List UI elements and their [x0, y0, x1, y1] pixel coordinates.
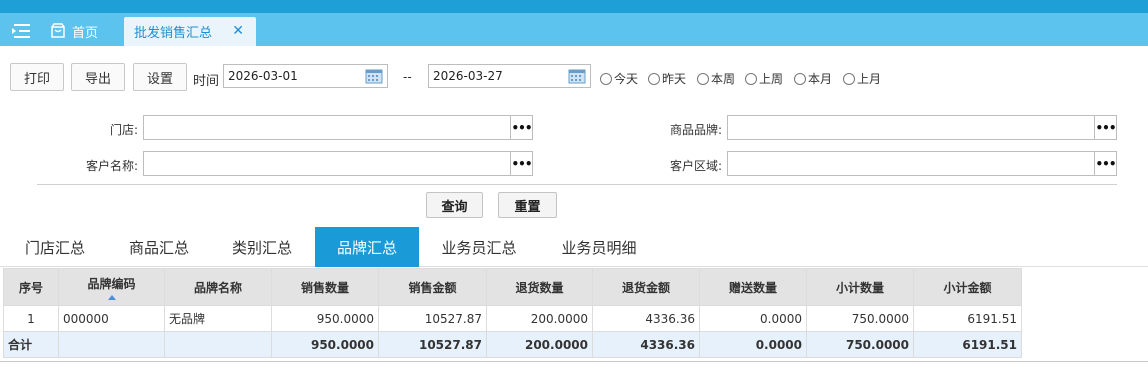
brand-summary-table: 序号 品牌编码 品牌名称 销售数量 销售金额 退货数量 退货金额 赠送数量 小计… [3, 268, 1022, 358]
table-header-row: 序号 品牌编码 品牌名称 销售数量 销售金额 退货数量 退货金额 赠送数量 小计… [3, 268, 1022, 306]
column-header-sorted[interactable]: 品牌编码 [58, 268, 165, 306]
export-button[interactable]: 导出 [71, 63, 125, 91]
total-cell: 4336.36 [592, 331, 700, 358]
reset-button[interactable]: 重置 [498, 192, 557, 218]
table-cell: 10527.87 [378, 305, 487, 332]
region-field[interactable]: ••• [727, 151, 1117, 176]
brand-field[interactable]: ••• [727, 115, 1117, 140]
table-cell: 200.0000 [486, 305, 593, 332]
table-cell: 无品牌 [164, 305, 272, 332]
sort-ascending-icon [107, 294, 116, 300]
tab-home-label: 首页 [72, 25, 99, 41]
print-button[interactable]: 打印 [10, 63, 64, 91]
menu-collapse-icon[interactable] [10, 22, 34, 40]
table-cell: 1 [3, 305, 59, 332]
total-cell: 0.0000 [699, 331, 807, 358]
tab-brand-summary[interactable]: 品牌汇总 [315, 227, 419, 267]
total-cell: 950.0000 [271, 331, 379, 358]
store-field[interactable]: ••• [143, 115, 533, 140]
date-from-input[interactable]: 2026-03-01 [223, 64, 388, 88]
tab-store-summary[interactable]: 门店汇总 [12, 227, 98, 267]
column-header[interactable]: 序号 [3, 268, 59, 306]
region-picker-button[interactable]: ••• [1094, 152, 1117, 175]
table-total-row: 合计 950.0000 10527.87 200.0000 4336.36 0.… [3, 331, 1022, 358]
summary-tabs: 门店汇总 商品汇总 类别汇总 品牌汇总 业务员汇总 业务员明细 [0, 227, 1148, 267]
total-cell: 200.0000 [486, 331, 593, 358]
table-cell: 750.0000 [806, 305, 914, 332]
total-cell: 合计 [3, 331, 59, 358]
column-header[interactable]: 品牌名称 [164, 268, 272, 306]
close-icon[interactable]: ✕ [232, 23, 244, 39]
column-header[interactable]: 销售数量 [271, 268, 379, 306]
date-to-value: 2026-03-27 [433, 69, 503, 83]
tab-salesperson-summary[interactable]: 业务员汇总 [428, 227, 530, 267]
store-picker-button[interactable]: ••• [510, 116, 533, 139]
range-last-week-radio[interactable]: 上周 [745, 70, 783, 87]
date-to-input[interactable]: 2026-03-27 [428, 64, 591, 88]
column-header[interactable]: 销售金额 [378, 268, 487, 306]
calendar-icon[interactable] [564, 65, 590, 87]
range-today-radio[interactable]: 今天 [600, 70, 638, 87]
range-this-month-radio[interactable]: 本月 [794, 70, 832, 87]
table-cell: 4336.36 [592, 305, 700, 332]
tab-wholesale-sales-summary[interactable]: 批发销售汇总 ✕ [124, 17, 256, 46]
brand-picker-button[interactable]: ••• [1094, 116, 1117, 139]
table-cell: 950.0000 [271, 305, 379, 332]
tab-bar: 首页 批发销售汇总 ✕ [0, 13, 1148, 46]
table-cell: 0.0000 [699, 305, 807, 332]
tab-salesperson-detail[interactable]: 业务员明细 [547, 227, 651, 267]
total-cell: 6191.51 [913, 331, 1022, 358]
customer-picker-button[interactable]: ••• [510, 152, 533, 175]
total-cell: 750.0000 [806, 331, 914, 358]
top-strip [0, 0, 1148, 13]
settings-button[interactable]: 设置 [133, 63, 187, 91]
column-header[interactable]: 退货金额 [592, 268, 700, 306]
time-label: 时间 [193, 74, 220, 89]
column-header[interactable]: 赠送数量 [699, 268, 807, 306]
total-cell [58, 331, 165, 358]
filter-divider [37, 184, 1117, 185]
region-label: 客户区域: [669, 159, 722, 173]
table-row[interactable]: 1 000000 无品牌 950.0000 10527.87 200.0000 … [3, 305, 1022, 332]
table-cell: 000000 [58, 305, 165, 332]
store-label: 门店: [109, 123, 138, 137]
calendar-icon[interactable] [361, 65, 387, 87]
total-cell [164, 331, 272, 358]
table-bottom-line [0, 361, 1148, 362]
customer-label: 客户名称: [85, 159, 138, 173]
column-header[interactable]: 小计金额 [913, 268, 1022, 306]
tab-home[interactable]: 首页 [50, 17, 98, 45]
tab-category-summary[interactable]: 类别汇总 [219, 227, 305, 267]
home-icon [51, 23, 65, 38]
date-from-value: 2026-03-01 [228, 69, 298, 83]
total-cell: 10527.87 [378, 331, 487, 358]
tab-product-summary[interactable]: 商品汇总 [116, 227, 202, 267]
range-this-week-radio[interactable]: 本周 [697, 70, 735, 87]
date-separator: -- [403, 70, 412, 84]
brand-label: 商品品牌: [669, 123, 722, 137]
tab-active-label: 批发销售汇总 [134, 26, 213, 41]
query-button[interactable]: 查询 [426, 192, 483, 218]
column-header[interactable]: 退货数量 [486, 268, 593, 306]
range-last-month-radio[interactable]: 上月 [843, 70, 881, 87]
customer-field[interactable]: ••• [143, 151, 533, 176]
table-cell: 6191.51 [913, 305, 1022, 332]
range-yesterday-radio[interactable]: 昨天 [648, 70, 686, 87]
column-header[interactable]: 小计数量 [806, 268, 914, 306]
